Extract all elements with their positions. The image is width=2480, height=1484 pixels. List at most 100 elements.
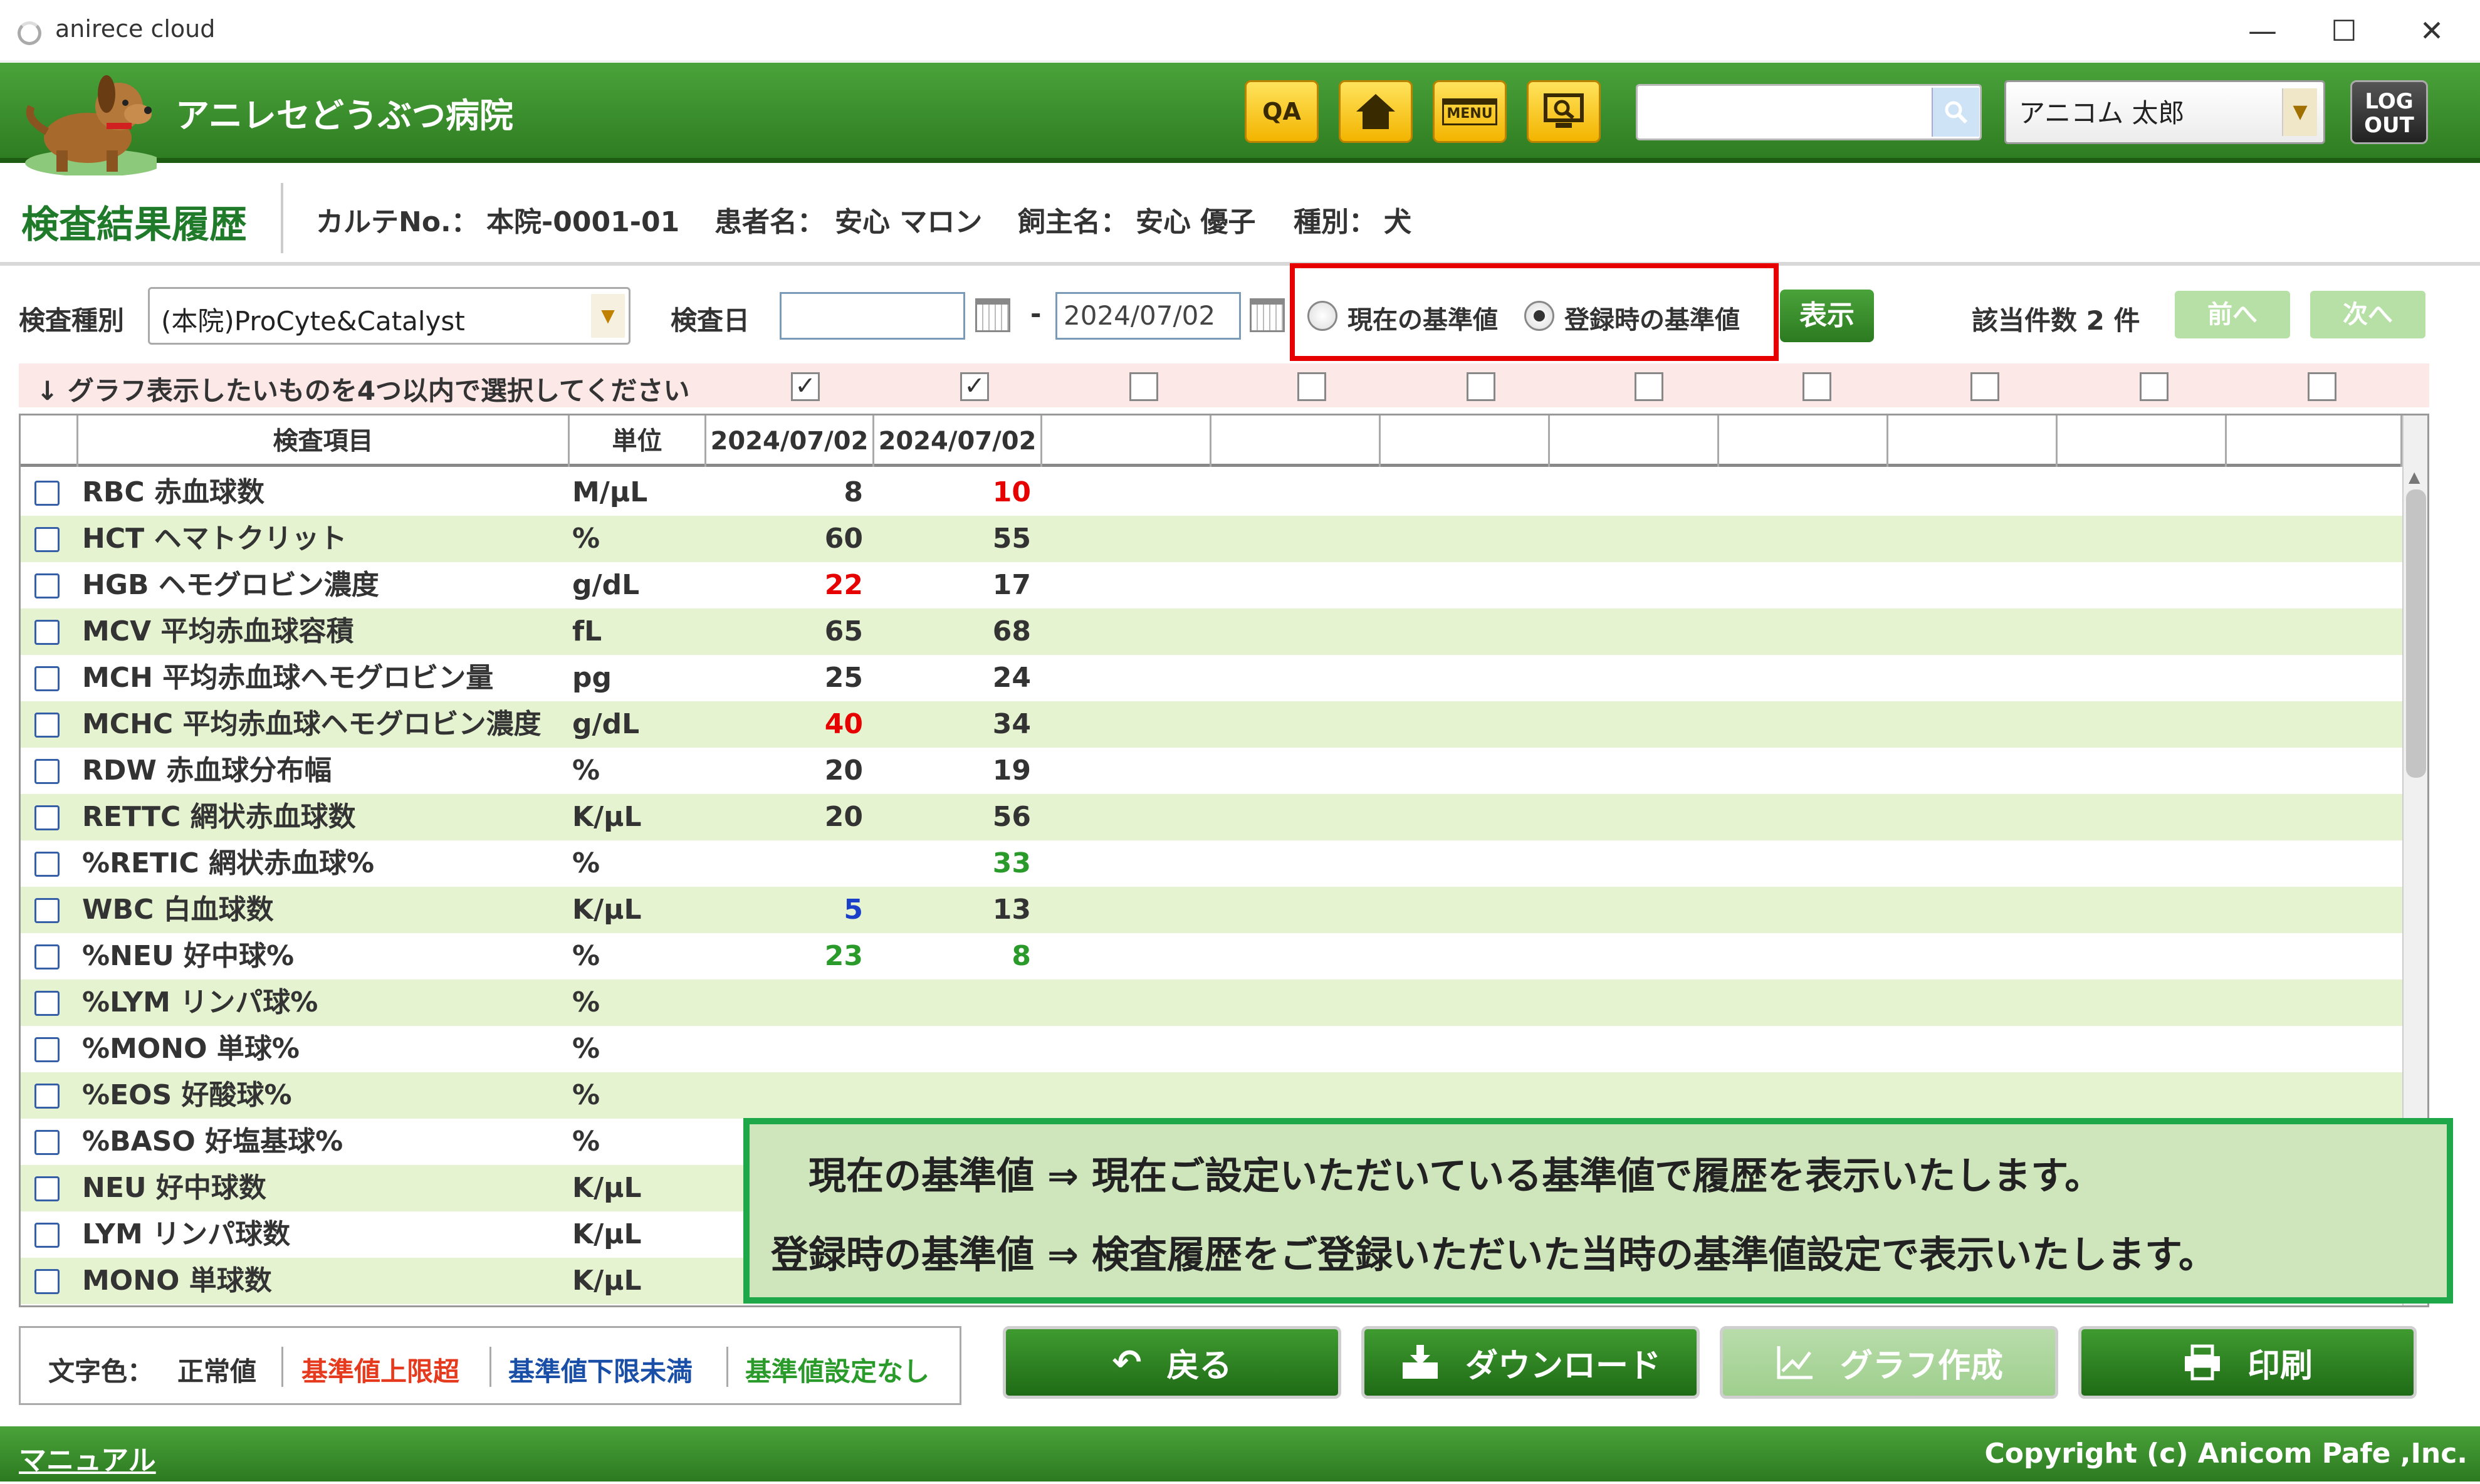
graph-create-label: グラフ作成 [1839, 1347, 2003, 1385]
cell-unit: K/μL [572, 1265, 642, 1297]
cell-unit: % [572, 986, 600, 1018]
color-legend: 文字色： 正常値 基準値上限超 基準値下限未満 基準値設定なし [19, 1326, 961, 1405]
back-button[interactable]: ↶ 戻る [1003, 1326, 1341, 1399]
graph-select-checkbox[interactable] [1467, 372, 1495, 401]
graph-select-checkbox[interactable] [1802, 372, 1831, 401]
back-label: 戻る [1166, 1347, 1232, 1385]
row-checkbox[interactable] [34, 527, 60, 552]
logout-button[interactable]: LOG OUT [2350, 80, 2428, 144]
show-button[interactable]: 表示 [1780, 290, 1874, 342]
row-checkbox[interactable] [34, 805, 60, 830]
manual-link[interactable]: マニュアル [19, 1438, 156, 1478]
row-checkbox[interactable] [34, 620, 60, 645]
header-empty [1719, 415, 1888, 467]
cell-item: WBC 白血球数 [82, 894, 274, 926]
table-header: 検査項目 単位 2024/07/02 2024/07/02 [21, 415, 2402, 467]
date-from-input[interactable] [780, 292, 965, 340]
row-checkbox[interactable] [34, 481, 60, 506]
graph-select-checkbox[interactable] [1970, 372, 1999, 401]
calendar-icon[interactable] [1250, 298, 1285, 332]
species-value: 犬 [1384, 206, 1411, 238]
print-button[interactable]: 印刷 [2078, 1326, 2417, 1399]
cell-value-2: 13 [992, 894, 1031, 926]
page-title: 検査結果履歴 [21, 203, 247, 247]
print-label: 印刷 [2247, 1347, 2313, 1385]
radio-current-label[interactable]: 現在の基準値 [1347, 300, 1498, 336]
radio-registered-label[interactable]: 登録時の基準値 [1564, 300, 1740, 336]
graph-select-checkbox[interactable]: ✓ [960, 372, 989, 401]
row-checkbox[interactable] [34, 573, 60, 598]
window-title: anirece cloud [55, 15, 216, 43]
table-row: %RETIC 網状赤血球%% 33 [21, 840, 2402, 887]
row-checkbox[interactable] [34, 759, 60, 784]
search-button[interactable] [1932, 88, 1979, 137]
date-to-input[interactable]: 2024/07/02 [1055, 292, 1241, 340]
scroll-up-icon[interactable]: ▲ [2409, 468, 2420, 486]
radio-current-standard[interactable] [1307, 301, 1337, 331]
search-input[interactable] [1636, 84, 1982, 140]
owner-name-value: 安心 優子 [1136, 206, 1256, 238]
row-checkbox[interactable] [34, 1130, 60, 1155]
qa-button[interactable]: QA [1245, 80, 1319, 143]
cell-item: RBC 赤血球数 [82, 476, 265, 508]
cell-unit: % [572, 523, 600, 555]
cell-value-1 [706, 1026, 863, 1072]
radio-registered-standard[interactable] [1524, 301, 1554, 331]
cell-item: HCT ヘマトクリット [82, 523, 347, 555]
maximize-button[interactable]: ☐ [2306, 9, 2382, 53]
next-button[interactable]: 次へ [2310, 291, 2425, 338]
printer-icon [2184, 1344, 2220, 1381]
table-row: %LYM リンパ球%% [21, 980, 2402, 1026]
graph-select-checkbox[interactable] [1129, 372, 1158, 401]
graph-select-checkbox[interactable] [2140, 372, 2169, 401]
exam-type-value: (本院)ProCyte&Catalyst [161, 306, 465, 337]
header-item: 検査項目 [78, 415, 570, 467]
row-checkbox[interactable] [34, 1037, 60, 1062]
minimize-button[interactable]: — [2225, 9, 2300, 53]
cell-unit: g/dL [572, 569, 640, 601]
cell-value-1: 22 [824, 569, 863, 601]
graph-select-checkbox[interactable] [1297, 372, 1326, 401]
menu-label: MENU [1447, 105, 1493, 122]
download-label: ダウンロード [1465, 1347, 1661, 1385]
divider [726, 1347, 728, 1387]
cell-item: HGB ヘモグロビン濃度 [82, 569, 379, 601]
row-checkbox[interactable] [34, 1176, 60, 1201]
header-unit: 単位 [570, 415, 706, 467]
close-window-button[interactable]: ✕ [2394, 9, 2469, 53]
cell-unit: K/μL [572, 1172, 642, 1204]
row-checkbox[interactable] [34, 1269, 60, 1294]
scrollbar-thumb[interactable] [2406, 489, 2426, 778]
row-checkbox[interactable] [34, 991, 60, 1016]
graph-select-checkbox[interactable]: ✓ [791, 372, 820, 401]
home-button[interactable] [1339, 80, 1413, 143]
cell-value-1 [706, 980, 863, 1026]
row-checkbox[interactable] [34, 852, 60, 877]
header-empty [1550, 415, 1719, 467]
download-button[interactable]: ダウンロード [1361, 1326, 1700, 1399]
cell-value-1: 65 [824, 615, 863, 647]
header-check-column [21, 415, 78, 467]
row-checkbox[interactable] [34, 1084, 60, 1109]
row-checkbox[interactable] [34, 713, 60, 738]
row-checkbox[interactable] [34, 898, 60, 923]
cell-unit: K/μL [572, 801, 642, 833]
exam-type-label: 検査種別 [19, 305, 125, 336]
cell-item: MONO 単球数 [82, 1265, 272, 1297]
cell-unit: fL [572, 615, 602, 647]
monitor-button[interactable] [1527, 80, 1601, 143]
search-icon [1945, 101, 1968, 124]
cell-unit: % [572, 1079, 600, 1111]
graph-create-button[interactable]: グラフ作成 [1720, 1326, 2058, 1399]
row-checkbox[interactable] [34, 1223, 60, 1248]
user-select[interactable]: アニコム 太郎 ▼ [2004, 80, 2325, 144]
menu-button[interactable]: MENU [1433, 80, 1507, 143]
calendar-icon[interactable] [975, 298, 1010, 332]
row-checkbox[interactable] [34, 944, 60, 969]
graph-select-checkbox[interactable] [2308, 372, 2336, 401]
graph-select-checkbox[interactable] [1635, 372, 1663, 401]
exam-type-select[interactable]: (本院)ProCyte&Catalyst ▼ [148, 287, 630, 345]
table-row: RETTC 網状赤血球数 K/μL 20 56 [21, 794, 2402, 840]
row-checkbox[interactable] [34, 666, 60, 691]
prev-button[interactable]: 前へ [2175, 291, 2290, 338]
